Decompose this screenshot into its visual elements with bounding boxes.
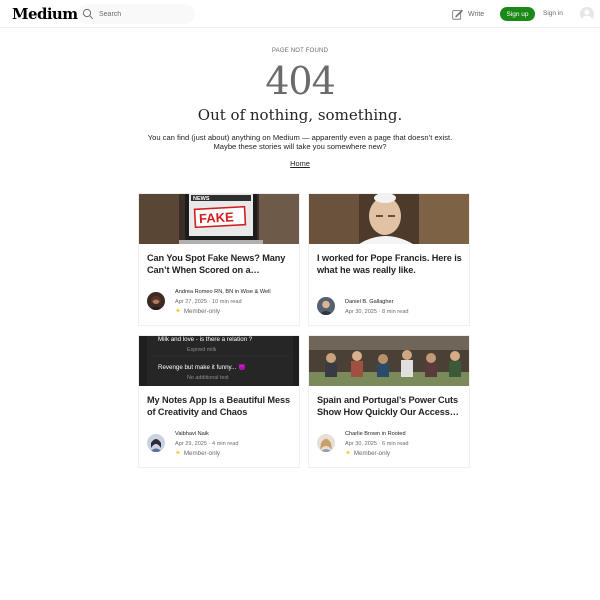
member-only-label: Member-only [183,308,220,315]
thumb-note-sub-1: Expired milk [187,347,217,353]
write-button[interactable]: Write [452,7,484,21]
star-icon: ✦ [345,450,351,457]
story-thumbnail [309,336,469,386]
story-meta: Apr 30, 2025 · 8 min read [345,309,409,315]
write-label: Write [468,10,485,18]
page-title: Out of nothing, something. [197,106,403,124]
story-card[interactable]: Milk and love - is there a relation ? Ex… [138,335,300,468]
blurb-line-2: Maybe these stories will take you somewh… [213,142,387,151]
author-avatar[interactable] [147,434,165,452]
user-avatar[interactable] [580,7,594,21]
author-name[interactable]: Daniel B. Gallagher [345,299,394,305]
story-title[interactable]: Can You Spot Fake News? Many Can’t When … [147,252,295,276]
fake-news-laptop-image: NEWS FAKE [139,194,299,244]
notes-app-screenshot: Milk and love - is there a relation ? Ex… [139,336,299,386]
read-time: 4 min read [212,441,239,447]
story-meta: Apr 27, 2025 · 10 min read [175,299,242,305]
story-card[interactable]: Spain and Portugal’s Power Cuts Show How… [308,335,470,468]
story-title[interactable]: My Notes App Is a Beautiful Mess of Crea… [147,394,295,418]
author-avatar[interactable] [317,434,335,452]
author-name[interactable]: Andrea Romeo RN, BN in Wise & Well [175,289,271,295]
medium-logo[interactable]: Medium [12,5,78,23]
star-icon: ✦ [175,308,181,315]
story-meta: Apr 30, 2025 · 6 min read [345,441,409,447]
member-only-badge: ✦ Member-only [345,450,390,457]
read-time: 10 min read [212,299,242,305]
thumb-note-sub-2: No additional text [187,375,229,381]
story-thumbnail: NEWS FAKE [139,194,299,244]
story-card[interactable]: I worked for Pope Francis. Here is what … [308,193,470,326]
home-link[interactable]: Home [290,159,310,168]
thumb-news-text: NEWS [193,196,210,202]
home-link-wrap: Home [0,159,600,168]
story-title[interactable]: I worked for Pope Francis. Here is what … [317,252,465,276]
author-name[interactable]: Charlie Brown in Rooted [345,431,406,437]
error-blurb: You can find (just about) anything on Me… [0,133,600,151]
story-date: Apr 30, 2025 [345,309,378,315]
author-photo [147,434,165,452]
user-icon [581,9,593,21]
member-only-label: Member-only [353,450,390,457]
sign-in-link[interactable]: Sign in [543,10,563,17]
story-date: Apr 30, 2025 [345,441,378,447]
story-card[interactable]: NEWS FAKE Can You Spot Fake News? Many C… [138,193,300,326]
sign-up-button[interactable]: Sign up [500,7,535,21]
story-date: Apr 27, 2025 [175,299,208,305]
story-date: Apr 29, 2025 [175,441,208,447]
member-only-label: Member-only [183,450,220,457]
thumb-note-title-2: Revenge but make it funny... 😈 [158,363,246,371]
error-code: 404 [265,59,336,103]
author-name[interactable]: Vaibhavi Naik [175,431,209,437]
member-only-badge: ✦ Member-only [175,308,220,315]
story-meta: Apr 29, 2025 · 4 min read [175,441,239,447]
thumb-note-title-1: Milk and love - is there a relation ? [158,336,253,343]
story-title[interactable]: Spain and Portugal’s Power Cuts Show How… [317,394,465,418]
star-icon: ✦ [175,450,181,457]
author-avatar[interactable] [317,297,335,315]
page-not-found-kicker: PAGE NOT FOUND [271,48,329,54]
story-thumbnail [309,194,469,244]
author-photo [147,292,165,310]
story-thumbnail: Milk and love - is there a relation ? Ex… [139,336,299,386]
pope-portrait-image [309,194,469,244]
top-nav: Medium Write Sign up Sign in [0,0,600,28]
blurb-line-1: You can find (just about) anything on Me… [147,133,453,142]
write-icon [452,9,463,20]
read-time: 6 min read [382,441,409,447]
member-only-badge: ✦ Member-only [175,450,220,457]
author-avatar[interactable] [147,292,165,310]
search-icon [82,8,94,20]
author-photo [317,297,335,315]
read-time: 8 min read [382,309,409,315]
market-crowd-image [309,336,469,386]
author-photo [317,434,335,452]
thumb-fake-stamp: FAKE [199,209,235,226]
search-input[interactable] [99,9,189,19]
